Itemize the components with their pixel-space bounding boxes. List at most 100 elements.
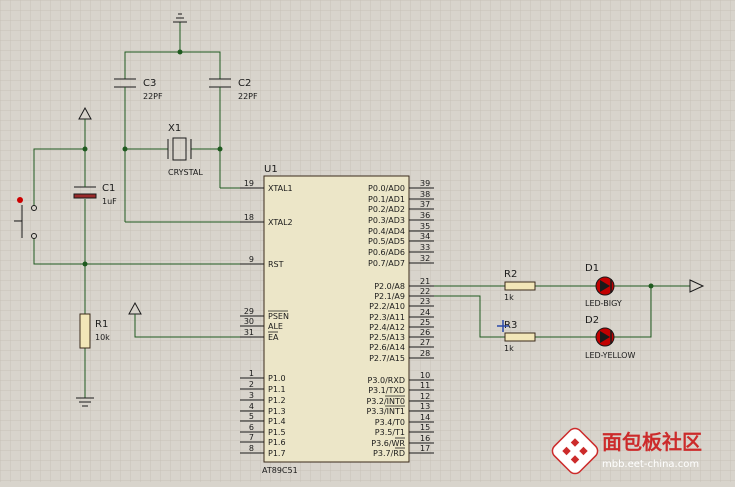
d2-ref-label: D2 <box>585 315 599 326</box>
r2-value-label: 1k <box>504 293 514 302</box>
u1-pin-number: 15 <box>420 423 430 432</box>
u1-pin-number: 25 <box>420 318 430 327</box>
u1-pin-name: P3.1/TXD <box>368 386 405 395</box>
u1-pin-number: 6 <box>249 423 254 432</box>
u1-pin-number: 38 <box>420 190 430 199</box>
u1-pin-number: 7 <box>249 433 254 442</box>
u1-pin-name: P3.2/INT0 <box>366 397 405 406</box>
d1-value-label: LED-BIGY <box>585 299 622 308</box>
u1-pin-name: P3.5/T1 <box>375 428 405 437</box>
u1-pin-number: 23 <box>420 297 430 306</box>
u1-pin-name: P1.1 <box>268 385 286 394</box>
u1-pin-number: 19 <box>244 179 254 188</box>
u1-pin-name: XTAL2 <box>268 218 293 227</box>
u1-pin-name: P1.0 <box>268 374 286 383</box>
u1-pin-number: 1 <box>249 369 254 378</box>
u1-pin-name: P2.5/A13 <box>369 333 405 342</box>
c3-value-label: 22PF <box>143 92 163 101</box>
u1-pin-name: P2.3/A11 <box>369 313 405 322</box>
u1-pin-name: P1.5 <box>268 428 286 437</box>
u1-pin-number: 11 <box>420 381 430 390</box>
u1-pin-number: 16 <box>420 434 430 443</box>
u1-pin-number: 8 <box>249 444 254 453</box>
r3-value-label: 1k <box>504 344 514 353</box>
u1-pin-number: 2 <box>249 380 254 389</box>
u1-pin-name: PSEN <box>268 312 289 321</box>
schematic-canvas: C3 22PF C2 22PF X1 CRYSTAL C1 1uF R1 10k… <box>0 0 735 482</box>
u1-pin-name: P1.6 <box>268 438 286 447</box>
u1-pin-number: 3 <box>249 391 254 400</box>
u1-pin-name: P0.0/AD0 <box>368 184 405 193</box>
u1-pin-name: P0.6/AD6 <box>368 248 405 257</box>
u1-pin-name: P1.4 <box>268 417 286 426</box>
r2-ref-label: R2 <box>504 269 517 280</box>
u1-pin-name: P2.4/A12 <box>369 323 405 332</box>
watermark-url-text: mbb.eet-china.com <box>602 459 699 470</box>
u1-pin-number: 21 <box>420 277 430 286</box>
c1-value-label: 1uF <box>102 197 117 206</box>
u1-pin-number: 35 <box>420 222 430 231</box>
u1-pin-name: P3.7/RD <box>373 449 405 458</box>
r1-ref-label: R1 <box>95 319 108 330</box>
pushbutton-indicator-icon <box>17 197 23 203</box>
u1-pin-number: 17 <box>420 444 430 453</box>
u1-pin-number: 9 <box>249 255 254 264</box>
u1-pin-name: P2.2/A10 <box>369 302 405 311</box>
u1-pin-number: 36 <box>420 211 430 220</box>
u1-pin-number: 26 <box>420 328 430 337</box>
u1-pin-number: 39 <box>420 179 430 188</box>
u1-pin-number: 5 <box>249 412 254 421</box>
u1-pin-name: RST <box>268 260 284 269</box>
u1-pin-name: P3.0/RXD <box>368 376 405 385</box>
u1-pin-name: P3.3/INT1 <box>366 407 405 416</box>
u1-pin-name: P1.3 <box>268 407 286 416</box>
c2-value-label: 22PF <box>238 92 258 101</box>
u1-pin-name: P0.4/AD4 <box>368 227 405 236</box>
u1-ref-label: U1 <box>264 164 278 175</box>
u1-pin-number: 33 <box>420 243 430 252</box>
u1-pin-number: 18 <box>244 213 254 222</box>
d2-value-label: LED-YELLOW <box>585 351 635 360</box>
u1-pin-name: ALE <box>268 322 283 331</box>
u1-pin-number: 13 <box>420 402 430 411</box>
u1-pin-number: 22 <box>420 287 430 296</box>
u1-pin-number: 4 <box>249 402 254 411</box>
u1-part-label: AT89C51 <box>262 466 298 475</box>
x1-value-label: CRYSTAL <box>168 168 203 177</box>
u1-pin-name: P3.6/WR <box>371 439 405 448</box>
u1-pin-name: EA <box>268 333 279 342</box>
u1-pin-number: 27 <box>420 338 430 347</box>
schematic-svg: C3 22PF C2 22PF X1 CRYSTAL C1 1uF R1 10k… <box>0 0 735 482</box>
u1-pin-number: 34 <box>420 232 430 241</box>
u1-pin-name: P2.1/A9 <box>374 292 405 301</box>
c1-ref-label: C1 <box>102 183 115 194</box>
u1-pin-name: P0.7/AD7 <box>368 259 405 268</box>
u1-pin-name: P0.2/AD2 <box>368 205 405 214</box>
u1-pin-name: P1.2 <box>268 396 286 405</box>
u1-pin-number: 14 <box>420 413 430 422</box>
u1-pin-number: 32 <box>420 254 430 263</box>
u1-pin-name: P0.3/AD3 <box>368 216 405 225</box>
watermark: 面包板社区 mbb.eet-china.com <box>551 427 702 475</box>
microcontroller-u1[interactable]: U1 AT89C51 19XTAL118XTAL29RST29PSEN30ALE… <box>240 164 434 475</box>
u1-pin-name: P2.6/A14 <box>369 343 405 352</box>
u1-pin-number: 10 <box>420 371 430 380</box>
u1-pin-name: P0.5/AD5 <box>368 237 405 246</box>
x1-ref-label: X1 <box>168 123 181 134</box>
d1-ref-label: D1 <box>585 263 599 274</box>
c2-ref-label: C2 <box>238 78 251 89</box>
c3-ref-label: C3 <box>143 78 156 89</box>
u1-pin-name: P3.4/T0 <box>375 418 405 427</box>
u1-pin-number: 28 <box>420 349 430 358</box>
u1-pin-name: P2.7/A15 <box>369 354 405 363</box>
u1-pin-number: 29 <box>244 307 254 316</box>
u1-pin-name: P0.1/AD1 <box>368 195 405 204</box>
u1-pin-number: 31 <box>244 328 254 337</box>
u1-pin-name: P1.7 <box>268 449 286 458</box>
u1-pin-number: 24 <box>420 308 430 317</box>
u1-pin-name: XTAL1 <box>268 184 293 193</box>
r1-value-label: 10k <box>95 333 110 342</box>
u1-pin-number: 30 <box>244 317 254 326</box>
u1-pin-name: P2.0/A8 <box>374 282 405 291</box>
u1-pin-number: 37 <box>420 200 430 209</box>
